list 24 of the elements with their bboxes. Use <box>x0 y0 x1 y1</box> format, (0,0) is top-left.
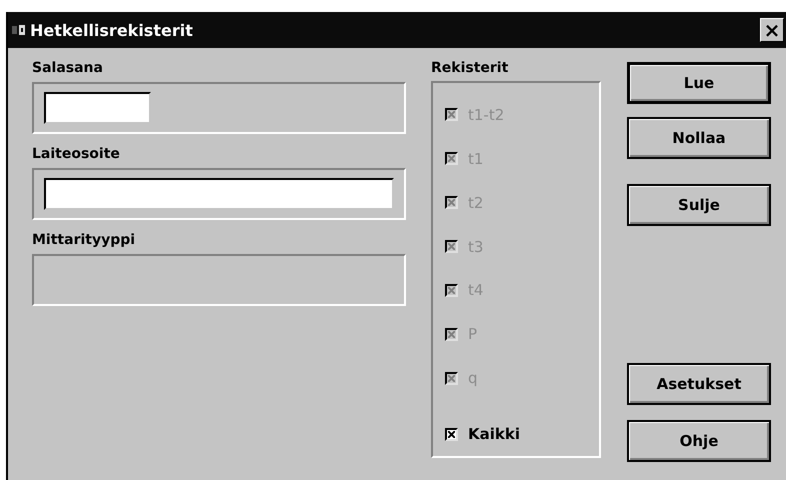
app-icon <box>12 24 26 36</box>
checkbox-label[interactable]: Kaikki <box>468 425 520 444</box>
window-title: Hetkellisrekisterit <box>30 20 194 40</box>
dialog-button[interactable]: Asetukset <box>627 363 771 405</box>
group-title: Rekisterit <box>431 60 510 76</box>
checkbox[interactable] <box>445 428 458 441</box>
cross-mark-icon <box>448 286 455 294</box>
cross-mark-icon <box>448 330 455 338</box>
dialog-button[interactable]: Ohje <box>627 420 771 462</box>
cross-mark-icon <box>448 111 455 118</box>
input-field[interactable] <box>44 92 151 124</box>
cross-mark-icon <box>448 430 455 438</box>
cross-mark-icon <box>448 243 455 250</box>
cross-mark-icon <box>448 199 455 206</box>
input-field[interactable] <box>44 178 394 210</box>
field-label: Mittarityyppi <box>32 232 136 248</box>
cross-mark-icon <box>448 155 455 162</box>
field-label: Salasana <box>32 60 104 76</box>
dialog-button[interactable]: Nollaa <box>627 117 771 159</box>
dialog-button[interactable]: Sulje <box>627 184 771 226</box>
dialog-button[interactable]: Lue <box>627 62 771 104</box>
cross-mark-icon <box>448 374 455 382</box>
field-label: Laiteosoite <box>32 146 121 162</box>
close-button[interactable]: × <box>760 18 784 42</box>
